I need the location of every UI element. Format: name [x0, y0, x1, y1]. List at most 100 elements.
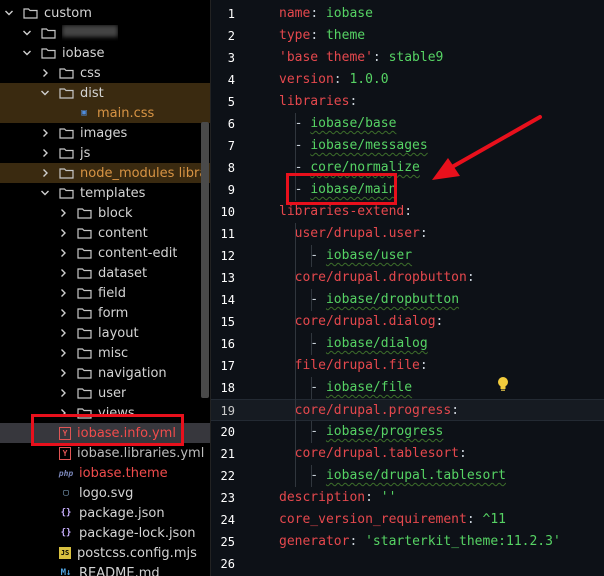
chevron-down-icon[interactable] — [22, 48, 32, 58]
tree-item-js[interactable]: js — [0, 143, 210, 163]
chevron-down-icon[interactable] — [40, 188, 50, 198]
code-line[interactable]: 13 core/drupal.dropbutton: — [211, 267, 604, 289]
tree-item-iobase-libraries[interactable]: Yiobase.libraries.yml — [0, 443, 210, 463]
tree-item-dist[interactable]: dist — [0, 83, 210, 103]
tree-item-iobase-info[interactable]: Yiobase.info.yml — [0, 423, 210, 443]
code-line[interactable]: 9 - iobase/main — [211, 179, 604, 201]
code-line[interactable]: 6 - iobase/base — [211, 113, 604, 135]
code-token: iobase/base — [310, 116, 397, 131]
chevron-right-icon[interactable] — [58, 248, 68, 258]
tree-item-views[interactable]: views — [0, 403, 210, 423]
chevron-right-icon[interactable] — [40, 128, 50, 138]
chevron-right-icon[interactable] — [58, 348, 68, 358]
chevron-right-icon[interactable] — [58, 388, 68, 398]
code-line[interactable]: 15 core/drupal.dialog: — [211, 311, 604, 333]
tree-item-custom[interactable]: custom — [0, 3, 210, 23]
code-line[interactable]: 2 type: theme — [211, 25, 604, 47]
code-text: - core/normalize — [279, 157, 420, 179]
code-line[interactable]: 25 generator: 'starterkit_theme:11.2.3' — [211, 531, 604, 553]
code-line[interactable]: 16 - iobase/dialog — [211, 333, 604, 355]
code-token: - — [279, 336, 326, 351]
sidebar-scrollbar[interactable] — [201, 122, 209, 398]
line-number: 24 — [220, 513, 235, 527]
chevron-right-icon[interactable] — [58, 308, 68, 318]
code-line[interactable]: 21 core/drupal.tablesort: — [211, 443, 604, 465]
tree-item-label: user — [98, 385, 127, 401]
tree-item-package-json[interactable]: {} package.json — [0, 503, 210, 523]
line-number: 19 — [220, 404, 235, 418]
tree-item-label: content — [98, 225, 148, 241]
code-line[interactable]: 5 libraries: — [211, 91, 604, 113]
chevron-right-icon[interactable] — [58, 228, 68, 238]
tree-item-navigation[interactable]: navigation — [0, 363, 210, 383]
tree-item-css[interactable]: css — [0, 63, 210, 83]
code-line[interactable]: 24 core_version_requirement: ^11 — [211, 509, 604, 531]
code-line[interactable]: 4 version: 1.0.0 — [211, 69, 604, 91]
line-number: 6 — [227, 117, 235, 131]
tree-item-label: node_modules libra — [80, 165, 208, 181]
tree-item-redacted[interactable] — [0, 23, 210, 43]
chevron-right-icon[interactable] — [40, 148, 50, 158]
code-text: file/drupal.file: — [279, 355, 428, 377]
code-line[interactable]: 12 - iobase/user — [211, 245, 604, 267]
chevron-down-icon[interactable] — [4, 8, 14, 18]
tree-item-main-css[interactable]: ▣ main.css — [0, 103, 210, 123]
code-line[interactable]: 8 - core/normalize — [211, 157, 604, 179]
chevron-right-icon[interactable] — [58, 268, 68, 278]
tree-item-user[interactable]: user — [0, 383, 210, 403]
tree-item-block[interactable]: block — [0, 203, 210, 223]
chevron-right-icon[interactable] — [58, 408, 68, 418]
chevron-right-icon[interactable] — [58, 328, 68, 338]
code-line[interactable]: 7 - iobase/messages — [211, 135, 604, 157]
indent-guide — [311, 465, 312, 487]
tree-item-content-edit[interactable]: content-edit — [0, 243, 210, 263]
code-line[interactable]: 11 user/drupal.user: — [211, 223, 604, 245]
code-line[interactable]: 19 core/drupal.progress: — [211, 399, 604, 421]
code-line[interactable]: 26 — [211, 553, 604, 575]
tree-item-images[interactable]: images — [0, 123, 210, 143]
folder-icon — [77, 247, 98, 259]
tree-item-content[interactable]: content — [0, 223, 210, 243]
code-line[interactable]: 1 name: iobase — [211, 3, 604, 25]
tree-item-layout[interactable]: layout — [0, 323, 210, 343]
code-editor[interactable]: 1 name: iobase 2 type: theme 3 'base theme': … — [210, 0, 604, 576]
code-token: name — [279, 6, 311, 21]
code-token: theme — [325, 28, 366, 43]
chevron-right-icon[interactable] — [40, 168, 50, 178]
code-token: version — [279, 72, 334, 87]
tree-item-postcss[interactable]: JS postcss.config.mjs — [0, 543, 210, 563]
tree-item-package-lock[interactable]: {} package-lock.json — [0, 523, 210, 543]
lightbulb-icon[interactable] — [496, 376, 510, 392]
chevron-right-icon[interactable] — [58, 288, 68, 298]
code-line[interactable]: 10 libraries-extend: — [211, 201, 604, 223]
code-line[interactable]: 3 'base theme': stable9 — [211, 47, 604, 69]
tree-item-field[interactable]: field — [0, 283, 210, 303]
tree-item-templates[interactable]: templates — [0, 183, 210, 203]
chevron-right-icon[interactable] — [58, 208, 68, 218]
code-line[interactable]: 17 file/drupal.file: — [211, 355, 604, 377]
tree-item-misc[interactable]: misc — [0, 343, 210, 363]
tree-item-logo-svg[interactable]: ▢ logo.svg — [0, 483, 210, 503]
code-text: name: iobase — [279, 3, 373, 25]
tree-item-dataset[interactable]: dataset — [0, 263, 210, 283]
tree-item-iobase[interactable]: iobase — [0, 43, 210, 63]
code-token: stable9 — [388, 50, 444, 65]
code-line[interactable]: 14 - iobase/dropbutton — [211, 289, 604, 311]
code-line[interactable]: 20 - iobase/progress — [211, 421, 604, 443]
indent-guide — [295, 223, 296, 487]
line-number: 9 — [227, 183, 235, 197]
chevron-right-icon[interactable] — [40, 68, 50, 78]
tree-item-readme[interactable]: M↓ README.md — [0, 563, 210, 576]
code-line[interactable]: 22 - iobase/drupal.tablesort — [211, 465, 604, 487]
tree-item-node-modules[interactable]: node_modules libra — [0, 163, 210, 183]
tree-item-iobase-theme[interactable]: php iobase.theme — [0, 463, 210, 483]
chevron-down-icon[interactable] — [22, 28, 32, 38]
code-token: : — [310, 6, 326, 21]
folder-icon — [77, 387, 98, 399]
folder-icon — [77, 267, 98, 279]
chevron-right-icon[interactable] — [58, 368, 68, 378]
chevron-down-icon[interactable] — [40, 88, 50, 98]
code-line[interactable]: 23 description: '' — [211, 487, 604, 509]
tree-item-form[interactable]: form — [0, 303, 210, 323]
code-line[interactable]: 18 - iobase/file — [211, 377, 604, 399]
